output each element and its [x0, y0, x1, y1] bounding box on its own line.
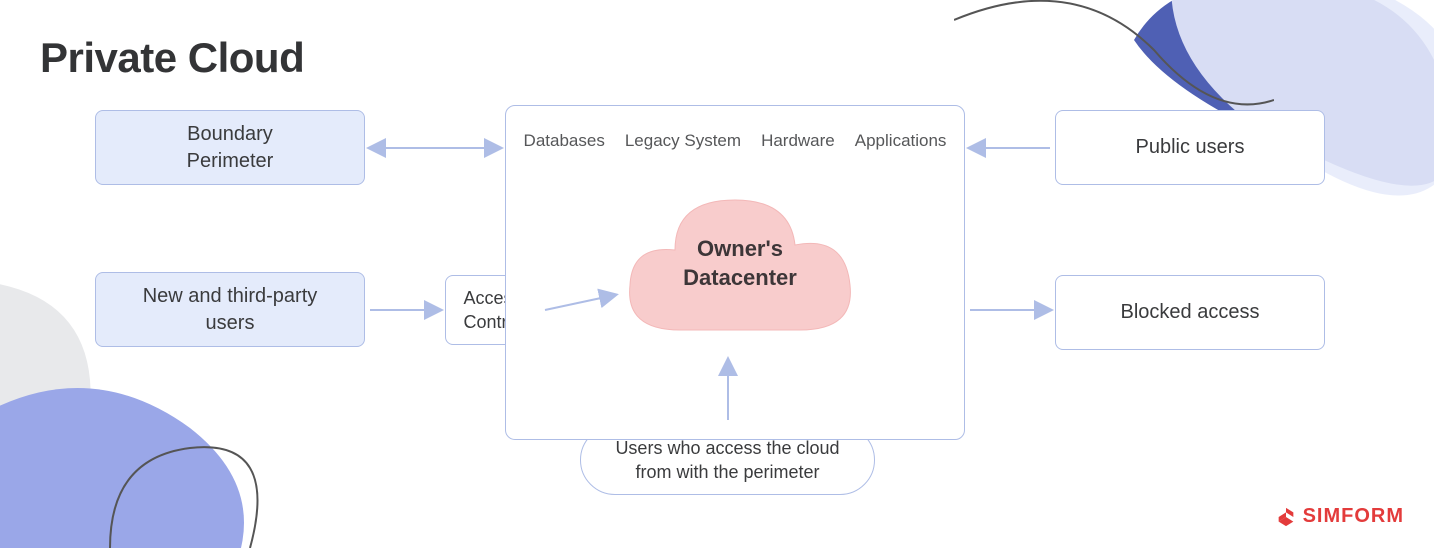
simform-logo-text: SIMFORM [1303, 505, 1404, 528]
datacenter-item: Databases [524, 131, 605, 151]
decorative-blob-bottom-left [0, 368, 280, 548]
datacenter-item: Applications [855, 131, 947, 151]
node-third-party-users: New and third-partyusers [95, 272, 365, 347]
node-blocked-access: Blocked access [1055, 275, 1325, 350]
datacenter-item: Hardware [761, 131, 835, 151]
datacenter-item: Legacy System [625, 131, 741, 151]
simform-logo-icon [1275, 506, 1297, 528]
node-boundary-perimeter: BoundaryPerimeter [95, 110, 365, 185]
datacenter-items-row: Databases Legacy System Hardware Applica… [506, 131, 964, 151]
node-public-users: Public users [1055, 110, 1325, 185]
simform-logo: SIMFORM [1275, 505, 1404, 528]
diagram-title: Private Cloud [40, 34, 304, 82]
datacenter-cloud-label: Owner'sDatacenter [620, 235, 860, 292]
